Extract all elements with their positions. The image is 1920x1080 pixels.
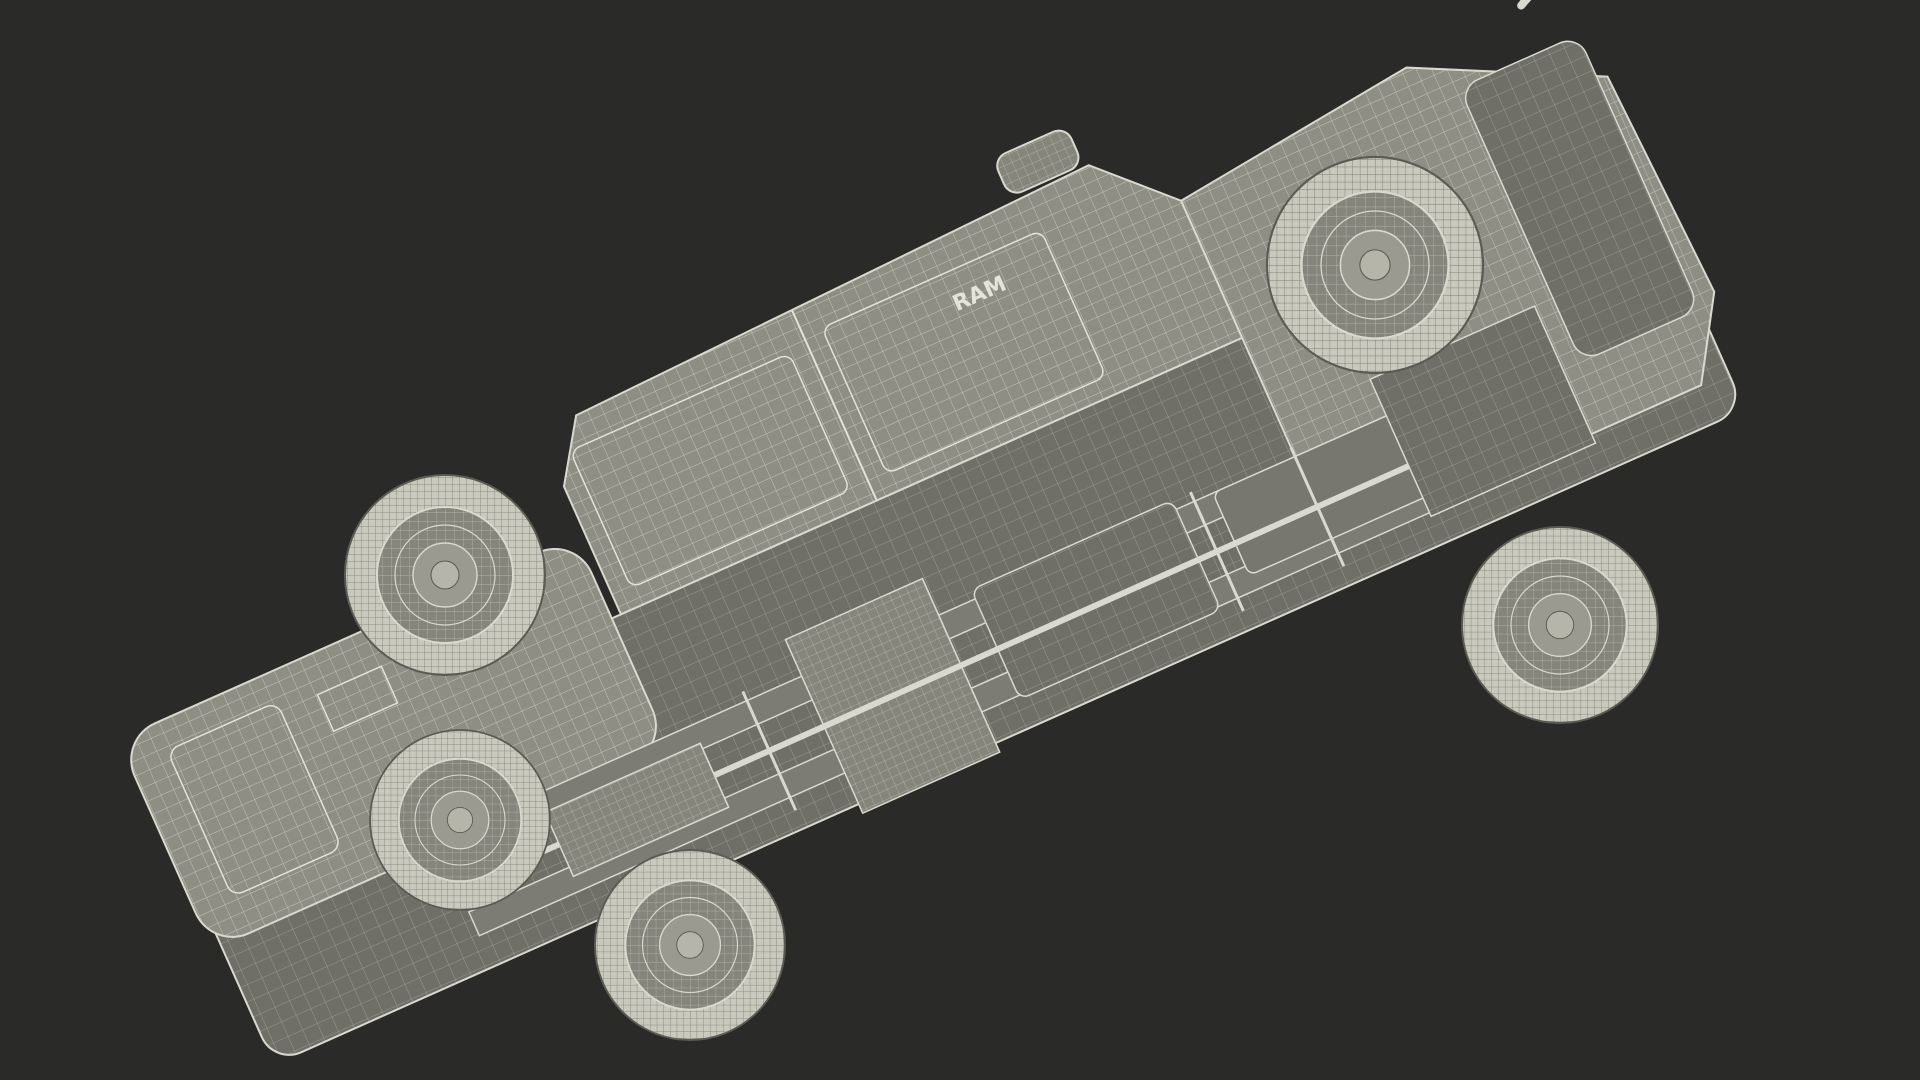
front-right-wheel: [1461, 526, 1659, 724]
truck-wireframe-render: RAM: [130, 0, 1737, 1056]
front-left-wheel: [1265, 155, 1485, 375]
render-viewport: RAM: [0, 0, 1920, 1080]
rear-right-wheel: [369, 729, 551, 911]
spare-wheel: [594, 849, 786, 1041]
tow-hook: [1517, 0, 1598, 10]
rear-left-wheel: [344, 474, 546, 676]
